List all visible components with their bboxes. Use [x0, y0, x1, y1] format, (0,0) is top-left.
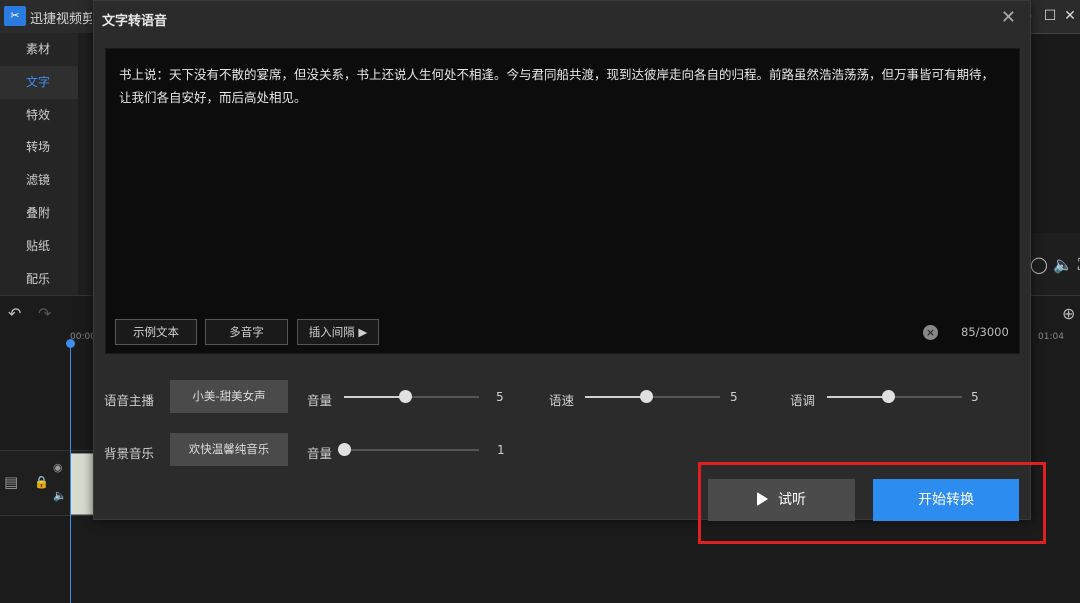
timeline-clip[interactable] [70, 453, 95, 515]
playhead-handle[interactable] [66, 339, 75, 348]
char-count: 85/3000 [961, 325, 1009, 339]
tts-text[interactable]: 书上说：天下没有不散的宴席，但没关系，书上还说人生何处不相逢。今与君同船共渡，现… [119, 63, 1004, 109]
voice-volume-label: 音量 [307, 393, 333, 408]
sidebar-item-filters[interactable]: 滤镜 [0, 164, 78, 197]
voice-volume-value: 5 [496, 390, 504, 404]
insert-pause-button[interactable]: 插入间隔 ▶ [297, 319, 379, 345]
film-icon: ▤ [4, 473, 19, 491]
dialog-header: 文字转语音 ✕ [94, 1, 1030, 34]
bgm-volume-slider[interactable] [338, 443, 479, 456]
app-logo: ✂ [4, 6, 26, 26]
pitch-knob[interactable] [882, 390, 895, 403]
sidebar-item-text[interactable]: 文字 [0, 65, 78, 99]
close-icon[interactable]: ✕ [1001, 7, 1016, 28]
timeline-end-time: 01:04 [1038, 332, 1064, 342]
bgm-volume-label: 音量 [307, 446, 333, 461]
bgm-label: 背景音乐 [104, 446, 155, 461]
voice-volume-knob[interactable] [399, 390, 412, 403]
sidebar-item-overlay[interactable]: 叠附 [0, 197, 78, 230]
speed-knob[interactable] [640, 390, 653, 403]
clear-text-icon[interactable]: × [923, 325, 938, 340]
preview-panel [1030, 33, 1080, 233]
sidebar-item-transitions[interactable]: 转场 [0, 131, 78, 164]
voice-select[interactable]: 小美-甜美女声 [170, 380, 288, 413]
audio-icon[interactable]: 🔈 [53, 489, 67, 502]
sidebar-item-stickers[interactable]: 贴纸 [0, 230, 78, 263]
visibility-icon[interactable]: ◉ [53, 461, 63, 474]
speed-slider[interactable] [585, 390, 720, 403]
zoom-in-icon[interactable]: ⊕ [1062, 304, 1075, 323]
playhead-line[interactable] [70, 343, 71, 603]
speed-fill [585, 396, 646, 398]
bgm-volume-knob[interactable] [338, 443, 351, 456]
maximize-button[interactable]: ☐ [1040, 6, 1060, 26]
sidebar: 素材 文字 特效 转场 滤镜 叠附 贴纸 配乐 [0, 33, 78, 295]
sample-text-button[interactable]: 示例文本 [115, 319, 197, 345]
sidebar-item-effects[interactable]: 特效 [0, 99, 78, 132]
sidebar-item-music[interactable]: 配乐 [0, 263, 78, 296]
pitch-fill [827, 396, 888, 398]
lock-icon[interactable]: 🔒 [34, 475, 49, 489]
redo-icon[interactable]: ↷ [38, 304, 51, 323]
tts-dialog: 文字转语音 ✕ 书上说：天下没有不散的宴席，但没关系，书上还说人生何处不相逢。今… [93, 0, 1031, 520]
app-title: 迅捷视频剪辑 [30, 12, 92, 27]
voice-label: 语音主播 [104, 393, 155, 408]
voice-volume-fill [344, 396, 405, 398]
voice-volume-slider[interactable] [344, 390, 479, 403]
highlight-box [698, 462, 1046, 544]
pitch-value: 5 [971, 390, 979, 404]
tts-text-input[interactable]: 书上说：天下没有不散的宴席，但没关系，书上还说人生何处不相逢。今与君同船共渡，现… [105, 48, 1020, 354]
timeline-toolbar: ↶ ↷ [0, 296, 95, 332]
dialog-title: 文字转语音 [102, 14, 168, 29]
pitch-label: 语调 [790, 393, 816, 408]
pitch-slider[interactable] [827, 390, 962, 403]
undo-icon[interactable]: ↶ [8, 304, 21, 323]
volume-icon[interactable]: ◯ 🔈 ⛶ [1030, 255, 1080, 275]
speed-value: 5 [730, 390, 738, 404]
sidebar-item-material[interactable]: 素材 [0, 33, 78, 66]
bgm-select[interactable]: 欢快温馨纯音乐 [170, 433, 288, 466]
close-app-button[interactable]: ✕ [1060, 6, 1080, 26]
bgm-volume-value: 1 [497, 443, 505, 457]
polyphone-button[interactable]: 多音字 [205, 319, 288, 345]
speed-label: 语速 [549, 393, 575, 408]
